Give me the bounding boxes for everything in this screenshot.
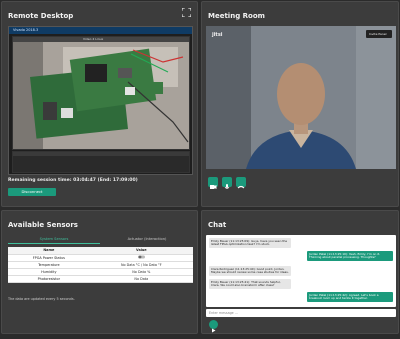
sensor-name: Photoresistor — [8, 275, 90, 283]
participant-video — [206, 26, 396, 169]
update-note: The data are updated every 5 seconds. — [8, 297, 75, 301]
chat-message-outgoing: Jordan Patel (11:13:25:10): Yeah, Emily,… — [307, 251, 393, 262]
sensor-value: No Data % — [89, 268, 193, 276]
webcam-window[interactable]: Video 4 Linux — [12, 36, 190, 150]
tab-actuator[interactable]: Actuator (Interaction) — [101, 236, 193, 244]
remote-app-panel — [12, 151, 190, 173]
hangup-button[interactable] — [236, 177, 246, 189]
chat-message-incoming: Clara Rodriguez (11:13:25:40): Good poin… — [209, 266, 291, 277]
microphone-button[interactable] — [222, 177, 232, 189]
sensor-value: No Data °C / No Data °F — [89, 261, 193, 269]
chat-message-incoming: Emily Bauer (11:13:25:41): That sounds h… — [209, 279, 291, 290]
column-header-value: Value — [89, 247, 193, 255]
remote-taskbar: Vivado 2018.3 — [9, 27, 192, 34]
phone-hangup-icon — [237, 185, 245, 189]
camera-icon — [210, 185, 217, 189]
chat-title: Chat — [208, 221, 227, 229]
meeting-room-panel: Meeting Room jitsi Invite Panel — [201, 1, 399, 207]
sensor-tabs: System Sensors Actuator (Interaction) — [8, 236, 193, 244]
video-feed[interactable]: jitsi Invite Panel — [206, 26, 396, 169]
chat-messages[interactable]: Emily Bauer (11:13:25:09): Guys, have yo… — [206, 235, 396, 307]
sensor-name: Temperature — [8, 261, 90, 269]
table-row: Photoresistor No Data — [8, 275, 193, 283]
session-time-text: Remaining session time: 03:04:47 (End: 1… — [8, 178, 138, 183]
tab-system-sensors[interactable]: System Sensors — [8, 236, 100, 244]
lab-dashboard: Remote Desktop Vivado 2018.3 Video 4 Lin… — [0, 0, 400, 335]
table-row: Temperature No Data °C / No Data °F — [8, 261, 193, 269]
remote-desktop-title: Remote Desktop — [8, 12, 74, 20]
sensor-name: FPGA Power Status — [8, 254, 90, 262]
sensor-table: Name Value FPGA Power Status Temperature… — [8, 247, 193, 283]
table-row: FPGA Power Status — [8, 254, 193, 262]
remote-desktop-panel: Remote Desktop Vivado 2018.3 Video 4 Lin… — [1, 1, 198, 207]
send-button[interactable] — [209, 320, 218, 333]
column-header-name: Name — [8, 247, 90, 255]
chat-message-outgoing: Jordan Patel (11:13:25:42): Agreed. Let'… — [307, 292, 393, 303]
table-row: Humidity No Data % — [8, 268, 193, 276]
sensors-title: Available Sensors — [8, 221, 78, 229]
remote-desktop-screen[interactable]: Vivado 2018.3 Video 4 Linux — [8, 26, 193, 175]
fullscreen-icon[interactable] — [182, 8, 191, 17]
sensor-name: Humidity — [8, 268, 90, 276]
fpga-board-image — [13, 42, 189, 149]
microphone-icon — [224, 184, 230, 189]
send-icon — [212, 328, 216, 333]
sensor-value — [89, 254, 193, 262]
meeting-room-title: Meeting Room — [208, 12, 265, 20]
table-header-row: Name Value — [8, 247, 193, 255]
chat-panel: Chat Emily Bauer (11:13:25:09): Guys, ha… — [201, 210, 399, 334]
sensor-value: No Data — [89, 275, 193, 283]
remote-taskbar-label: Vivado 2018.3 — [13, 28, 39, 32]
invite-panel-button[interactable]: Invite Panel — [366, 30, 392, 38]
chat-message-incoming: Emily Bauer (11:13:25:09): Guys, have yo… — [209, 238, 291, 249]
camera-button[interactable] — [208, 177, 218, 189]
power-toggle-icon[interactable] — [137, 255, 145, 259]
sensors-panel: Available Sensors System Sensors Actuato… — [1, 210, 198, 334]
chat-input[interactable]: Enter message ... — [206, 309, 396, 317]
jitsi-logo: jitsi — [212, 32, 223, 38]
disconnect-button[interactable]: Disconnect — [8, 188, 56, 196]
